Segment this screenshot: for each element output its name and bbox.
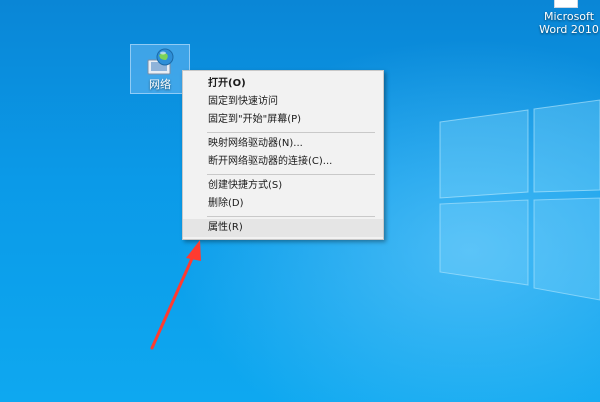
desktop[interactable]: Microsoft Word 2010 网络 打开(O) 固定到快速访问 固定到…: [0, 0, 600, 402]
annotation-arrow-icon: [150, 240, 201, 350]
